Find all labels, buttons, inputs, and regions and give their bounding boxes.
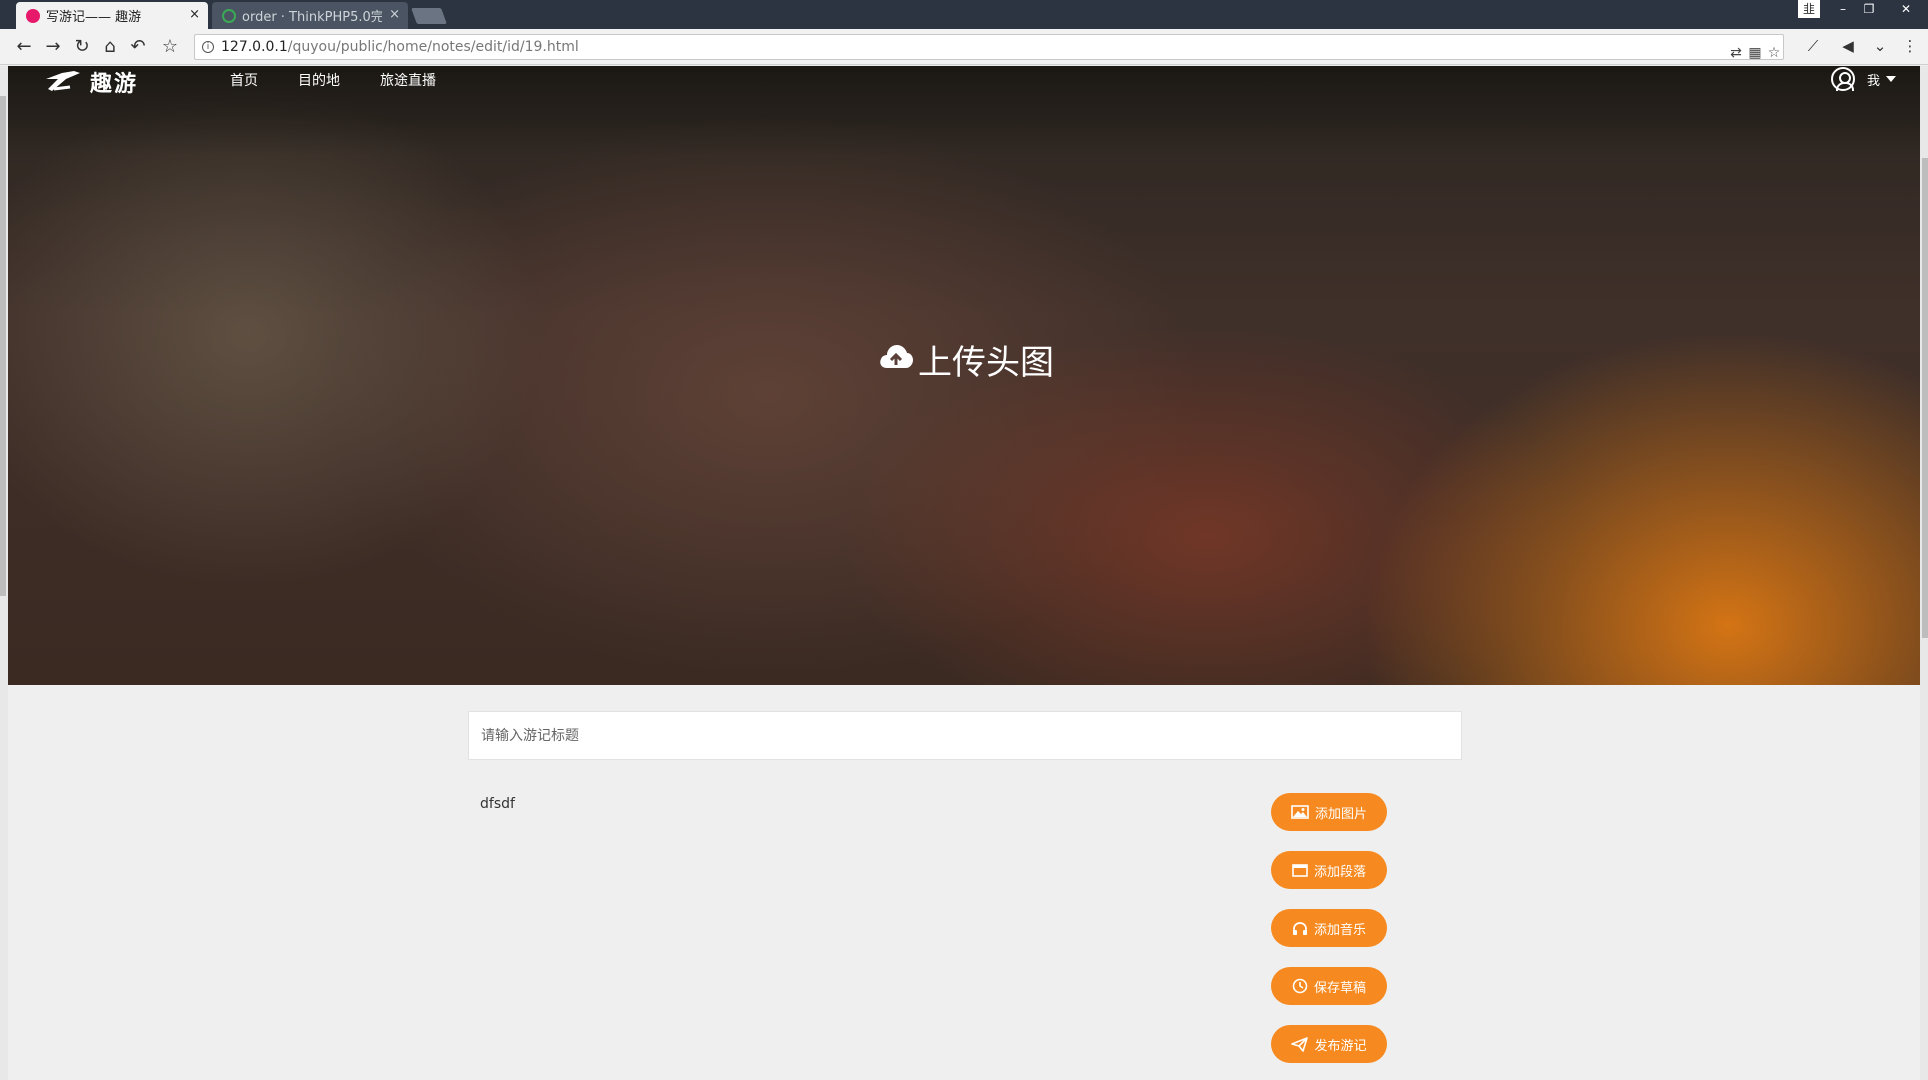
clock-icon [1292,978,1308,994]
close-window-button[interactable]: ✕ [1888,0,1924,18]
right-scrollbar[interactable] [1920,66,1928,1080]
url-host: 127.0.0.1 [221,39,288,55]
left-scrollbar[interactable] [0,66,8,1080]
page-viewport: 趣游 首页 目的地 旅途直播 我 上传头图 dfsdf 添加图片 [0,66,1928,1080]
cover-image-area[interactable]: 趣游 首页 目的地 旅途直播 我 上传头图 [8,66,1920,685]
nav-destinations[interactable]: 目的地 [298,70,340,90]
user-avatar-icon [1830,67,1855,91]
site-favicon-icon [222,9,236,23]
send-icon [1291,1036,1309,1052]
notes-title-input[interactable] [468,711,1462,760]
nav-live-travel[interactable]: 旅途直播 [380,70,436,90]
upload-cover-label: 上传头图 [918,342,1054,383]
add-image-label: 添加图片 [1314,805,1367,821]
add-music-label: 添加音乐 [1313,921,1366,937]
leaf-extension-icon[interactable]: ⟋ [1803,37,1823,55]
add-music-button[interactable]: 添加音乐 [1271,909,1387,947]
upload-cover-button[interactable]: 上传头图 [878,336,1054,383]
nav-home[interactable]: 首页 [230,70,258,90]
home-icon[interactable]: ⌂ [98,35,122,59]
tab-title: order · ThinkPHP5.0完全 [242,10,382,25]
menu-kebab-icon[interactable]: ⋮ [1900,37,1920,55]
user-menu[interactable]: 我 [1830,66,1896,92]
url-path: /quyou/public/home/notes/edit/id/19.html [287,39,579,55]
bookmark-star-icon[interactable]: ☆ [1765,41,1783,65]
add-paragraph-label: 添加段落 [1313,863,1366,879]
new-tab-button[interactable] [411,8,447,24]
forward-arrow-icon[interactable]: → [41,35,65,59]
browser-titlebar: 写游记—— 趣游 × order · ThinkPHP5.0完全 × 韭 – ❐… [0,0,1928,29]
publish-notes-label: 发布游记 [1314,1037,1367,1053]
site-favicon-icon [26,9,40,23]
add-paragraph-button[interactable]: 添加段落 [1271,851,1387,889]
publish-notes-button[interactable]: 发布游记 [1271,1025,1387,1063]
maximize-button[interactable]: ❐ [1856,0,1882,18]
add-image-button[interactable]: 添加图片 [1271,793,1387,831]
info-icon[interactable]: i [202,41,214,53]
qr-code-icon[interactable]: ▦ [1746,41,1764,65]
tab-thinkphp-docs[interactable]: order · ThinkPHP5.0完全 × [212,2,408,29]
paragraph-icon [1292,863,1308,877]
logo-text: 趣游 [90,72,139,97]
site-logo[interactable]: 趣游 [44,66,138,98]
save-draft-button[interactable]: 保存草稿 [1271,967,1387,1005]
reload-icon[interactable]: ↻ [70,35,94,59]
translate-icon[interactable]: ⇄ [1727,41,1745,65]
cloud-upload-icon [878,339,914,379]
header-shade [8,66,1920,156]
caret-down-icon [1886,76,1896,82]
image-icon [1291,805,1309,819]
address-bar[interactable]: i 127.0.0.1/quyou/public/home/notes/edit… [194,34,1784,61]
browser-toolbar: ← → ↻ ⌂ ↶ ☆ i 127.0.0.1/quyou/public/hom… [0,29,1928,65]
speaker-icon[interactable]: ◀ [1838,37,1858,55]
back-arrow-icon[interactable]: ← [12,35,36,59]
logo-plane-icon [44,67,84,97]
minimize-button[interactable]: – [1830,0,1856,18]
profile-button[interactable]: 韭 [1798,0,1820,18]
tab-close-icon[interactable]: × [389,7,400,22]
headphones-icon [1292,921,1308,936]
downloads-chevron-icon[interactable]: ⌄ [1870,37,1890,55]
tab-close-icon[interactable]: × [189,7,200,22]
user-label: 我 [1866,73,1880,89]
undo-icon[interactable]: ↶ [126,35,150,59]
tab-title: 写游记—— 趣游 [46,10,142,25]
notes-content[interactable]: dfsdf [480,796,515,812]
bookmark-star-icon[interactable]: ☆ [158,35,182,59]
tab-write-notes[interactable]: 写游记—— 趣游 × [16,2,208,29]
save-draft-label: 保存草稿 [1313,979,1366,995]
